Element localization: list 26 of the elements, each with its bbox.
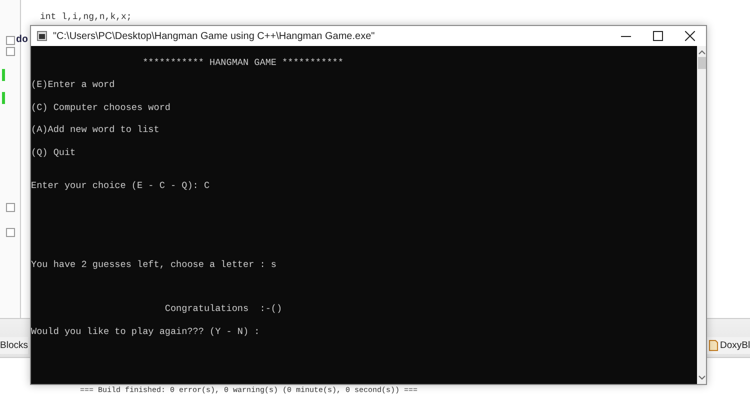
- change-marker: [2, 69, 5, 81]
- console-line: (E)Enter a word: [31, 79, 116, 91]
- maximize-icon: [653, 31, 663, 41]
- console-line: (Q) Quit: [31, 146, 77, 158]
- console-line: You have 2 guesses left, choose a letter : s: [31, 258, 278, 270]
- panel-tab[interactable]: DoxyBl: [707, 337, 750, 354]
- scrollbar[interactable]: [697, 46, 706, 384]
- scroll-down-icon[interactable]: [698, 375, 706, 381]
- close-icon: [685, 31, 695, 41]
- console-icon: [37, 31, 47, 41]
- console-line: Congratulations :-(): [164, 303, 284, 315]
- console-line: Would you like to play again??? (Y - N) :: [31, 326, 261, 337]
- console-line: (A)Add new word to list: [31, 124, 160, 136]
- console-line: Enter your choice (E - C - Q): C: [31, 180, 211, 192]
- fold-icon[interactable]: [6, 228, 15, 237]
- scroll-up-icon[interactable]: [698, 49, 706, 55]
- code-keyword: do: [16, 35, 28, 46]
- code-line: int l,i,ng,n,k,x;: [40, 12, 132, 22]
- console-line: (C) Computer chooses word: [31, 102, 172, 113]
- scroll-thumb[interactable]: [698, 57, 706, 69]
- panel-tab[interactable]: Blocks: [0, 337, 28, 354]
- fold-icon[interactable]: [6, 203, 15, 212]
- window-title: "C:\Users\PC\Desktop\Hangman Game using C++\Hangman Game.exe": [53, 30, 376, 42]
- console-line: *********** HANGMAN GAME ***********: [142, 57, 344, 68]
- change-marker: [2, 92, 5, 104]
- document-icon: [709, 340, 718, 351]
